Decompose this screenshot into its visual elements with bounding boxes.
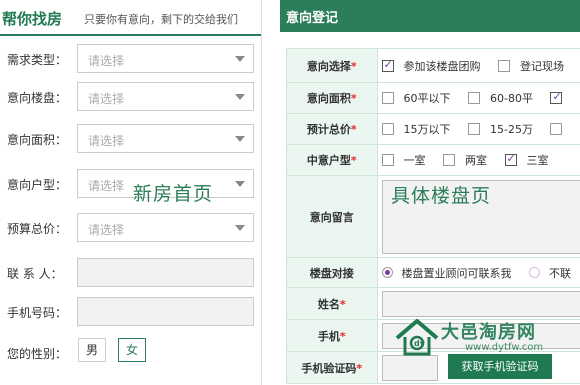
contact-label: 联 系 人： bbox=[7, 267, 63, 281]
select-placeholder: 请选择 bbox=[88, 134, 125, 148]
consultant-contact-radio[interactable] bbox=[381, 267, 393, 278]
intended-estate-label: 意向楼盘： bbox=[7, 91, 68, 105]
intended-area-row: 意向面积： 请选择 bbox=[0, 124, 261, 154]
area-label: 意向面积* bbox=[286, 82, 378, 114]
price-label: 预计总价* bbox=[286, 113, 378, 145]
price-next-checkbox[interactable] bbox=[550, 123, 563, 135]
mobile-label: 手机* bbox=[286, 319, 378, 352]
intent-row: 意向选择* 参加该楼盘团购 登记现场 bbox=[286, 48, 580, 83]
layout-2room-checkbox[interactable] bbox=[443, 154, 455, 166]
name-label: 姓名* bbox=[286, 287, 378, 320]
area-row: 意向面积* 60平以下 60-80平 bbox=[286, 82, 580, 114]
layout-1room-checkbox[interactable] bbox=[381, 154, 394, 166]
phone-label: 手机号码： bbox=[7, 306, 68, 320]
area-60-80-checkbox[interactable] bbox=[468, 92, 480, 104]
intended-area-select[interactable]: 请选择 bbox=[77, 124, 254, 153]
contact-row: 联 系 人： bbox=[0, 258, 261, 288]
name-cell bbox=[376, 287, 580, 320]
layout-2room-label: 两室 bbox=[465, 154, 487, 167]
no-contact-label: 不联 bbox=[549, 266, 571, 280]
area-options: 60平以下 60-80平 bbox=[376, 82, 580, 114]
price-15-25-label: 15-25万 bbox=[490, 123, 533, 136]
chevron-down-icon bbox=[235, 225, 245, 231]
contact-pref-label: 楼盘对接 bbox=[286, 257, 378, 288]
intent-label: 意向选择* bbox=[286, 48, 378, 83]
consultant-contact-label: 楼盘置业顾问可联系我 bbox=[401, 266, 512, 280]
intended-layout-row: 意向户型： 请选择 bbox=[0, 169, 261, 199]
gender-label: 您的性别： bbox=[7, 347, 68, 361]
no-contact-radio[interactable] bbox=[529, 267, 540, 278]
site-logo-name: 大邑淘房网 bbox=[441, 322, 536, 343]
verify-code-input[interactable] bbox=[381, 354, 438, 381]
area-60-80-label: 60-80平 bbox=[490, 92, 533, 105]
svg-text:dy: dy bbox=[414, 339, 426, 348]
select-placeholder: 请选择 bbox=[88, 223, 125, 237]
gender-row: 您的性别： 男 女 bbox=[0, 338, 261, 368]
select-placeholder: 请选择 bbox=[88, 92, 125, 106]
chevron-down-icon bbox=[235, 181, 245, 187]
contact-input[interactable] bbox=[77, 258, 254, 287]
name-row: 姓名* bbox=[286, 287, 580, 320]
find-home-title: 帮你找房 bbox=[2, 10, 63, 28]
chevron-down-icon bbox=[235, 94, 245, 100]
area-next-checkbox[interactable] bbox=[550, 90, 563, 104]
group-buy-checkbox[interactable] bbox=[381, 58, 394, 72]
layout-1room-label: 一室 bbox=[403, 154, 426, 167]
intent-registration-title: 意向登记 bbox=[286, 11, 339, 26]
intended-estate-row: 意向楼盘： 请选择 bbox=[0, 82, 261, 112]
layout-row: 中意户型* 一室 两室 三室 bbox=[286, 144, 580, 176]
price-under15-checkbox[interactable] bbox=[381, 123, 394, 135]
intent-registration-header: 意向登记 bbox=[280, 0, 580, 32]
message-label: 意向留言 bbox=[286, 175, 378, 258]
price-15-25-checkbox[interactable] bbox=[468, 123, 480, 135]
intent-options: 参加该楼盘团购 登记现场 bbox=[376, 48, 580, 83]
phone-row: 手机号码： bbox=[0, 297, 261, 327]
contact-pref-row: 楼盘对接 楼盘置业顾问可联系我 不联 bbox=[286, 257, 580, 288]
demand-type-select[interactable]: 请选择 bbox=[77, 44, 254, 73]
select-placeholder: 请选择 bbox=[88, 54, 125, 68]
contact-pref-options: 楼盘置业顾问可联系我 不联 bbox=[376, 257, 580, 288]
find-home-panel: 帮你找房 只要你有意向，剩下的交给我们 需求类型： 请选择 意向楼盘： 请选择 … bbox=[0, 0, 262, 385]
new-homes-caption: 新房首页 bbox=[133, 183, 214, 205]
chevron-down-icon bbox=[235, 136, 245, 142]
intended-estate-select[interactable]: 请选择 bbox=[77, 82, 254, 111]
layout-3room-label: 三室 bbox=[526, 154, 549, 167]
price-options: 15万以下 15-25万 bbox=[376, 113, 580, 145]
site-logo: dy 大邑淘房网 www.dytfw.com bbox=[395, 318, 575, 358]
group-buy-label: 参加该楼盘团购 bbox=[403, 59, 481, 73]
intended-area-label: 意向面积： bbox=[7, 133, 68, 147]
gender-male-button[interactable]: 男 bbox=[78, 338, 106, 362]
price-under15-label: 15万以下 bbox=[403, 123, 451, 136]
budget-select[interactable]: 请选择 bbox=[77, 213, 254, 242]
budget-label: 预算总价： bbox=[7, 222, 68, 236]
estate-page-caption: 具体楼盘页 bbox=[391, 185, 492, 207]
onsite-register-label: 登记现场 bbox=[520, 59, 564, 73]
name-input[interactable] bbox=[381, 290, 580, 317]
find-home-subtitle: 只要你有意向，剩下的交给我们 bbox=[84, 13, 238, 26]
area-under60-checkbox[interactable] bbox=[381, 92, 394, 104]
gender-female-button[interactable]: 女 bbox=[118, 338, 146, 362]
onsite-register-checkbox[interactable] bbox=[498, 59, 510, 72]
house-logo-icon: dy bbox=[395, 319, 439, 356]
intended-layout-label: 意向户型： bbox=[7, 178, 68, 192]
select-placeholder: 请选择 bbox=[88, 179, 125, 193]
find-home-header: 帮你找房 只要你有意向，剩下的交给我们 bbox=[0, 0, 261, 36]
verify-label: 手机验证码* bbox=[286, 351, 378, 384]
demand-type-label: 需求类型： bbox=[7, 53, 68, 67]
price-row: 预计总价* 15万以下 15-25万 bbox=[286, 113, 580, 145]
layout-3room-checkbox[interactable] bbox=[504, 152, 517, 166]
area-under60-label: 60平以下 bbox=[403, 92, 451, 105]
site-logo-url: www.dytfw.com bbox=[465, 342, 544, 353]
chevron-down-icon bbox=[235, 56, 245, 62]
demand-type-row: 需求类型： 请选择 bbox=[0, 44, 261, 74]
layout-label: 中意户型* bbox=[286, 144, 378, 176]
budget-row: 预算总价： 请选择 bbox=[0, 213, 261, 243]
phone-input[interactable] bbox=[77, 297, 254, 326]
layout-options: 一室 两室 三室 bbox=[376, 144, 580, 176]
